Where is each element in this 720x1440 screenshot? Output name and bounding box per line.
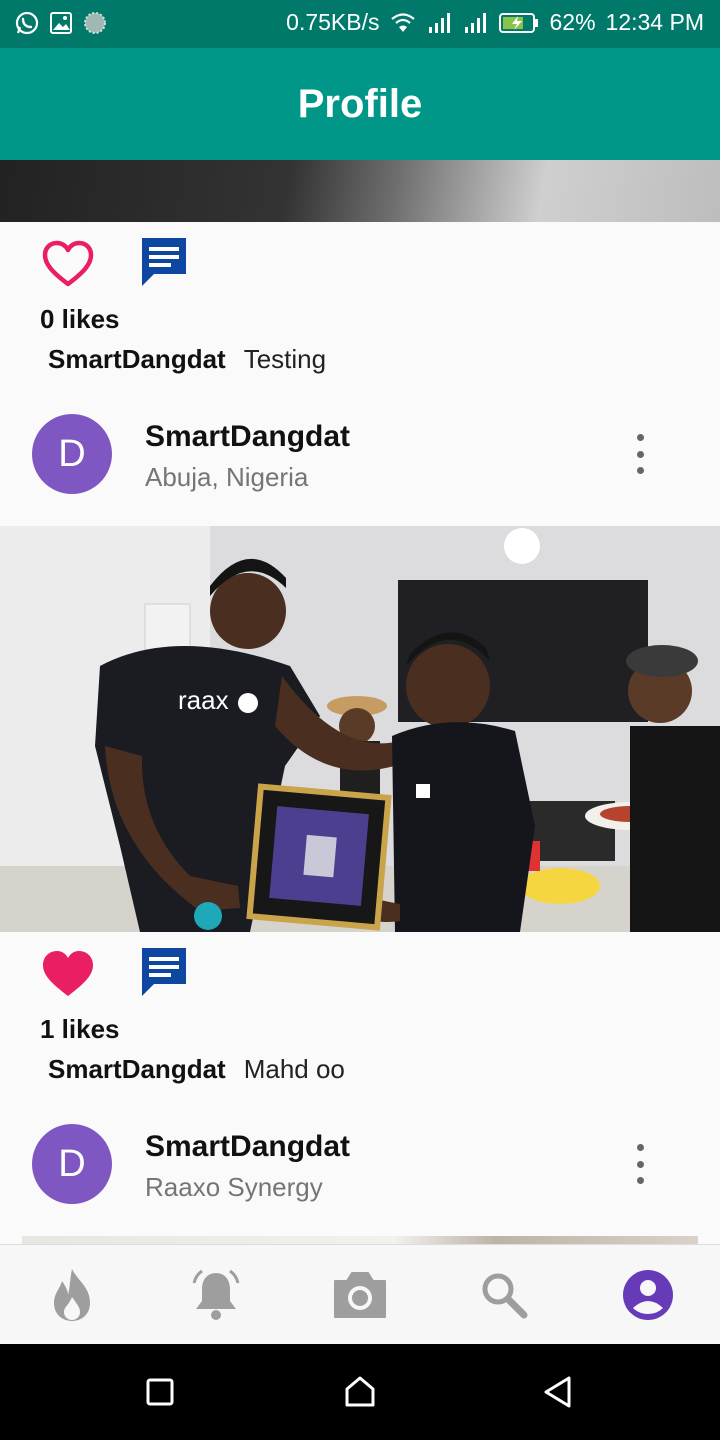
signal-icon xyxy=(428,12,450,33)
nav-profile[interactable] xyxy=(616,1263,680,1327)
network-speed: 0.75KB/s xyxy=(286,9,380,35)
status-left-icons xyxy=(14,10,108,36)
caption-text: Mahd oo xyxy=(243,1054,345,1084)
avatar[interactable]: D xyxy=(32,1124,112,1204)
post-author-name[interactable]: SmartDangdat xyxy=(145,420,350,454)
signal-icon-2 xyxy=(464,12,486,33)
fire-icon xyxy=(54,1269,90,1321)
app-icon xyxy=(84,12,106,34)
profile-icon xyxy=(623,1270,673,1320)
caption-username[interactable]: SmartDangdat xyxy=(48,344,226,374)
square-icon xyxy=(146,1378,174,1406)
search-icon xyxy=(482,1273,528,1319)
profile-feed[interactable]: 0 likes SmartDangdat Testing D SmartDangd… xyxy=(0,160,720,1244)
bell-icon xyxy=(192,1269,240,1320)
post-caption: SmartDangdat Testing xyxy=(48,344,326,375)
recents-button[interactable] xyxy=(138,1370,182,1414)
wifi-icon xyxy=(390,12,415,32)
post-header: D SmartDangdat Raaxo Synergy xyxy=(0,1110,720,1210)
clock: 12:34 PM xyxy=(605,9,704,35)
nav-search[interactable] xyxy=(472,1263,536,1327)
comment-icon[interactable] xyxy=(136,944,192,1000)
post-location: Raaxo Synergy xyxy=(145,1172,323,1202)
nav-camera[interactable] xyxy=(328,1263,392,1327)
likes-count: 0 likes xyxy=(40,304,120,334)
post-actions xyxy=(0,234,720,304)
page-title: Profile xyxy=(297,81,423,126)
more-options-icon[interactable] xyxy=(628,1144,652,1184)
likes-count: 1 likes xyxy=(40,1014,120,1044)
back-button[interactable] xyxy=(536,1370,580,1414)
post-photo[interactable]: raax xyxy=(0,526,720,932)
shirt-logo-text: raax xyxy=(178,685,229,715)
home-icon xyxy=(345,1376,375,1407)
back-triangle-icon xyxy=(544,1376,571,1408)
app-bar: Profile xyxy=(0,48,720,160)
nav-home[interactable] xyxy=(40,1263,104,1327)
caption-text: Testing xyxy=(243,344,327,374)
nav-notifications[interactable] xyxy=(184,1263,248,1327)
gallery-icon xyxy=(50,12,72,34)
caption-username[interactable]: SmartDangdat xyxy=(48,1054,226,1084)
status-right: 0.75KB/s 62% 12:34 PM xyxy=(286,9,704,36)
camera-icon xyxy=(334,1272,386,1318)
battery-percent: 62% xyxy=(549,9,596,35)
comment-icon[interactable] xyxy=(136,234,192,290)
post-photo[interactable] xyxy=(22,1236,698,1244)
heart-outline-icon[interactable] xyxy=(40,238,96,290)
avatar[interactable]: D xyxy=(32,414,112,494)
battery-icon xyxy=(498,12,538,33)
post-actions xyxy=(0,944,720,1014)
more-options-icon[interactable] xyxy=(628,434,652,474)
android-nav-bar xyxy=(0,1344,720,1440)
post-image[interactable] xyxy=(0,160,720,222)
post-location: Abuja, Nigeria xyxy=(145,462,309,492)
status-bar: 0.75KB/s 62% 12:34 PM xyxy=(0,0,720,48)
post-author-name[interactable]: SmartDangdat xyxy=(145,1130,350,1164)
post-caption: SmartDangdat Mahd oo xyxy=(48,1054,345,1085)
bottom-navigation xyxy=(0,1244,720,1345)
home-button[interactable] xyxy=(338,1370,382,1414)
heart-filled-icon[interactable] xyxy=(40,948,96,1000)
post-header: D SmartDangdat Abuja, Nigeria xyxy=(0,400,720,500)
whatsapp-icon xyxy=(15,11,39,35)
